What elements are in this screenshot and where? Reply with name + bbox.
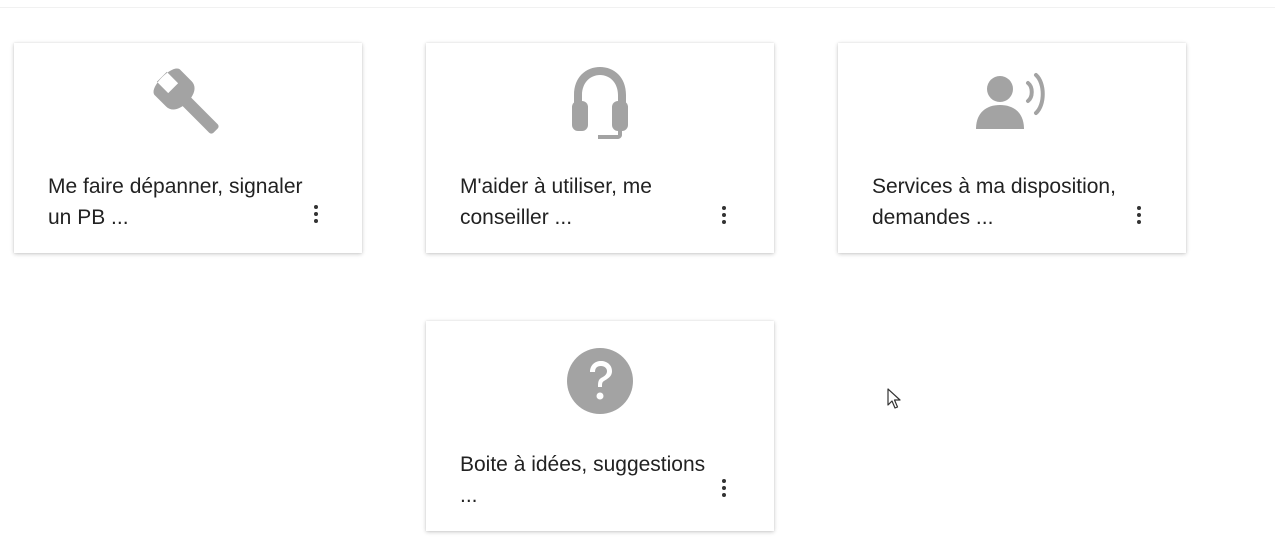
wrench-icon: [148, 63, 228, 143]
page: Me faire dépanner, signaler un PB ... M'…: [0, 0, 1275, 556]
person-speaking-icon: [972, 63, 1052, 143]
more-options-icon[interactable]: [310, 202, 322, 226]
tile-label: M'aider à utiliser, me conseiller ...: [460, 175, 652, 229]
tile-assistance[interactable]: M'aider à utiliser, me conseiller ...: [426, 43, 774, 253]
question-circle-icon: [560, 341, 640, 421]
tile-label: Boite à idées, suggestions ...: [460, 453, 706, 507]
top-divider: [0, 0, 1275, 8]
more-options-icon[interactable]: [718, 203, 730, 227]
more-options-icon[interactable]: [718, 476, 730, 500]
more-options-icon[interactable]: [1133, 203, 1145, 227]
tile-depannage[interactable]: Me faire dépanner, signaler un PB ...: [14, 43, 362, 253]
headset-icon: [560, 63, 640, 143]
mouse-pointer-icon: [887, 388, 901, 415]
tile-label: Me faire dépanner, signaler un PB ...: [48, 175, 303, 229]
tile-suggestions[interactable]: Boite à idées, suggestions ...: [426, 321, 774, 531]
tile-label: Services à ma disposition, demandes ...: [872, 175, 1116, 229]
tile-services[interactable]: Services à ma disposition, demandes ...: [838, 43, 1186, 253]
